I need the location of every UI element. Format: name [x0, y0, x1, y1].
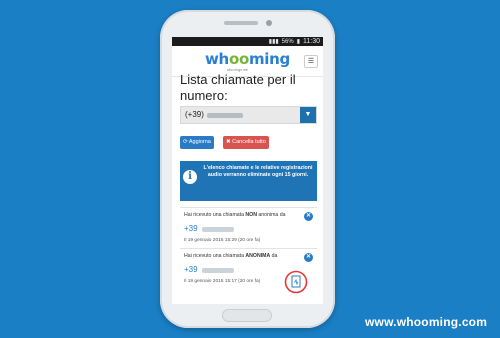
hamburger-icon: ☰ — [307, 58, 315, 65]
logo-part: wh — [205, 50, 229, 68]
status-bar: ▮▮▮ 56% ▮ 11:30 — [172, 37, 323, 46]
battery-level: 56% — [281, 38, 294, 45]
camera-icon — [266, 20, 272, 26]
battery-icon: ▮ — [296, 39, 300, 45]
app-navbar: whooming who rings me ☰ — [172, 46, 323, 77]
home-button[interactable] — [222, 309, 272, 322]
menu-button[interactable]: ☰ — [304, 55, 318, 68]
phone-screen: ▮▮▮ 56% ▮ 11:30 whooming who rings me ☰ — [172, 37, 323, 304]
logo-tagline: who rings me — [227, 68, 248, 72]
logo-part: ming — [248, 50, 290, 68]
whooming-logo[interactable]: whooming — [205, 50, 290, 68]
signal-icon: ▮▮▮ — [268, 39, 279, 45]
logo-part: oo — [228, 50, 249, 68]
phone-frame: ▮▮▮ 56% ▮ 11:30 whooming who rings me ☰ … — [160, 10, 335, 328]
brand-url: www.whooming.com — [365, 315, 488, 329]
speaker-grille — [224, 21, 258, 25]
clock: 11:30 — [303, 38, 320, 45]
